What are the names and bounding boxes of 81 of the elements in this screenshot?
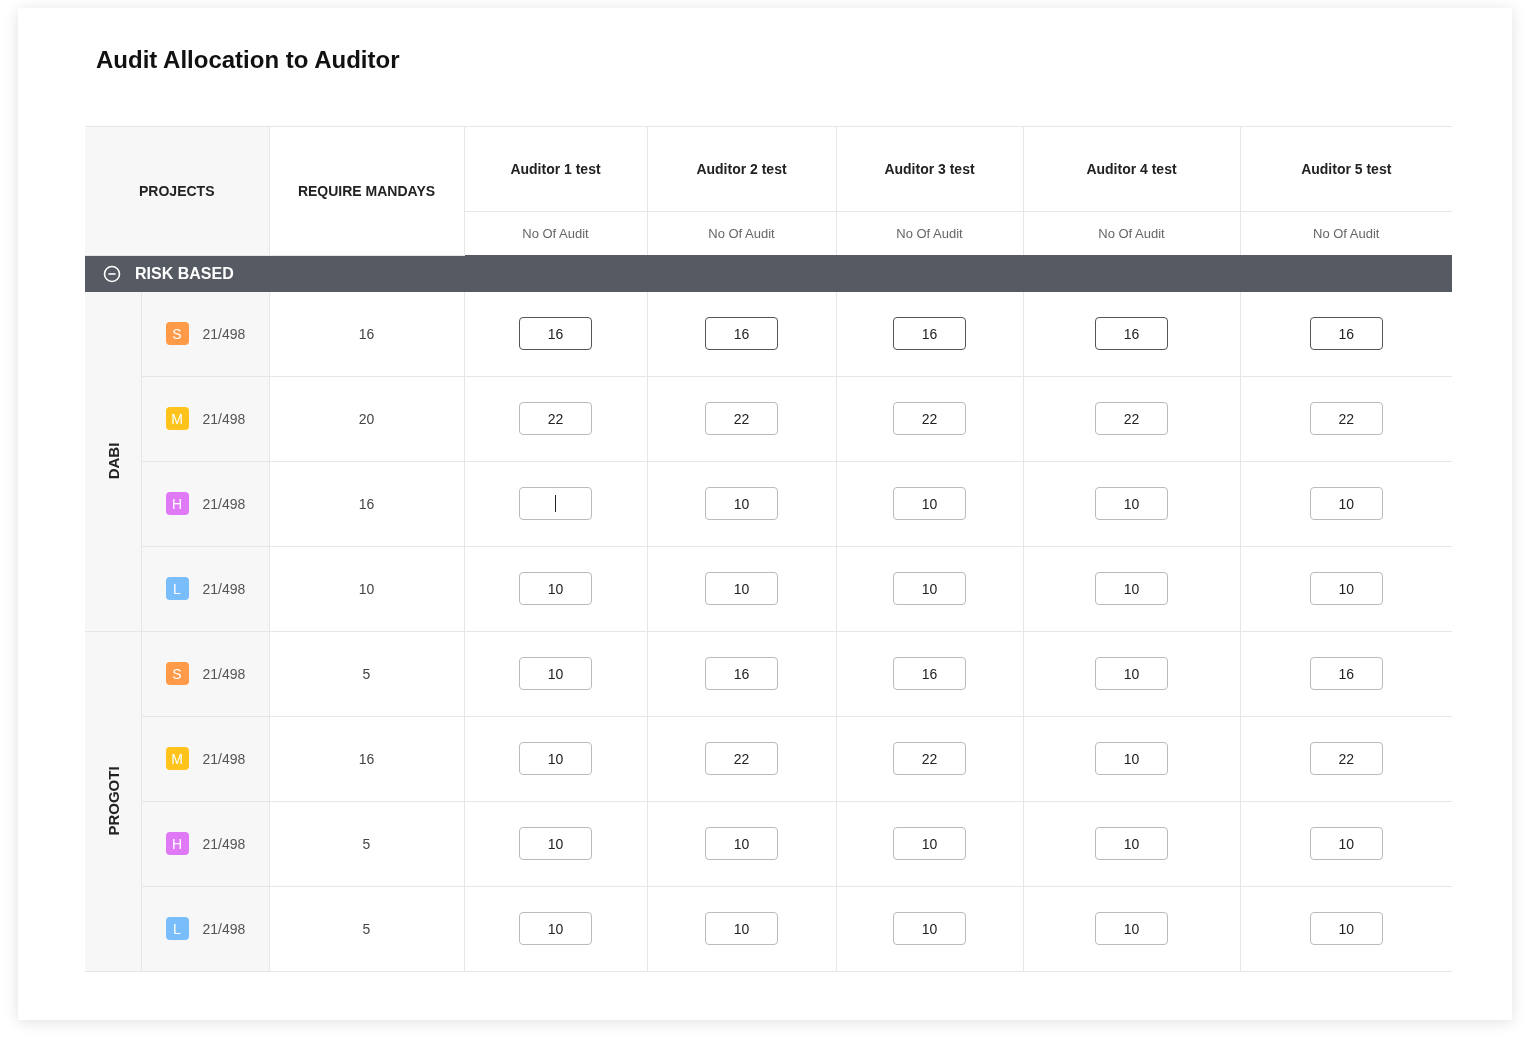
- audit-count-field[interactable]: 22: [893, 742, 966, 775]
- project-code: 21/498: [202, 835, 246, 852]
- audit-count-field[interactable]: 10: [705, 572, 778, 605]
- mandays-value: 16: [358, 325, 375, 342]
- audit-count-field[interactable]: 16: [1095, 317, 1168, 350]
- column-subheader: No Of Audit: [1313, 226, 1380, 241]
- risk-badge: L: [165, 577, 189, 600]
- audit-count-field[interactable]: 10: [519, 912, 592, 945]
- project-code: 21/498: [202, 325, 246, 342]
- risk-badge: M: [165, 407, 189, 430]
- audit-count-field[interactable]: 10: [1095, 827, 1168, 860]
- audit-count-field[interactable]: 10: [1095, 912, 1168, 945]
- audit-count-field[interactable]: 22: [893, 402, 966, 435]
- risk-badge: H: [165, 492, 189, 515]
- page-title: Audit Allocation to Auditor: [96, 45, 401, 75]
- mandays-value: 5: [362, 920, 371, 937]
- audit-count-field[interactable]: 22: [705, 742, 778, 775]
- project-code: 21/498: [202, 410, 246, 427]
- risk-badge: L: [165, 917, 189, 940]
- audit-count-field[interactable]: 16: [1309, 317, 1383, 350]
- mandays-value: 10: [358, 580, 375, 597]
- audit-count-field[interactable]: 16: [705, 657, 778, 690]
- risk-badge: H: [165, 832, 189, 855]
- audit-count-field[interactable]: 10: [705, 912, 778, 945]
- column-subheader: No Of Audit: [896, 226, 963, 241]
- group-label: PROGOTI: [104, 766, 122, 836]
- project-code: 21/498: [202, 750, 246, 767]
- audit-count-field[interactable]: 16: [893, 657, 966, 690]
- risk-badge: M: [165, 747, 189, 770]
- mandays-value: 20: [358, 410, 375, 427]
- audit-count-field[interactable]: 10: [893, 572, 966, 605]
- column-header: Auditor 5 test: [1301, 161, 1392, 177]
- audit-count-field[interactable]: 10: [1095, 742, 1168, 775]
- column-subheader: No Of Audit: [708, 226, 775, 241]
- audit-count-field[interactable]: 10: [1095, 657, 1168, 690]
- column-subheader: No Of Audit: [1098, 226, 1165, 241]
- audit-count-field[interactable]: 10: [519, 742, 592, 775]
- column-header: Auditor 1 test: [510, 161, 601, 177]
- audit-count-field[interactable]: 16: [1309, 657, 1383, 690]
- audit-count-field[interactable]: [519, 487, 592, 520]
- project-code: 21/498: [202, 920, 246, 937]
- audit-count-field[interactable]: 10: [893, 912, 966, 945]
- audit-count-field[interactable]: 10: [1309, 827, 1383, 860]
- audit-count-field[interactable]: 10: [519, 827, 592, 860]
- audit-count-field[interactable]: 22: [1095, 402, 1168, 435]
- audit-count-field[interactable]: 10: [705, 487, 778, 520]
- mandays-value: 16: [358, 495, 375, 512]
- audit-count-field[interactable]: 10: [893, 487, 966, 520]
- column-header: PROJECTS: [139, 182, 215, 199]
- column-header: REQUIRE MANDAYS: [297, 182, 436, 199]
- audit-count-field[interactable]: 10: [1095, 572, 1168, 605]
- audit-count-field[interactable]: 10: [1309, 487, 1383, 520]
- column-header: Auditor 2 test: [696, 161, 787, 177]
- risk-badge: S: [165, 322, 189, 345]
- project-code: 21/498: [202, 495, 246, 512]
- audit-count-field[interactable]: 22: [1309, 742, 1383, 775]
- audit-count-field[interactable]: 10: [519, 572, 592, 605]
- audit-count-field[interactable]: 10: [893, 827, 966, 860]
- column-header: Auditor 3 test: [884, 161, 975, 177]
- audit-count-field[interactable]: 16: [519, 317, 592, 350]
- collapse-icon[interactable]: [103, 264, 121, 283]
- audit-count-field[interactable]: 10: [1095, 487, 1168, 520]
- audit-count-field[interactable]: 10: [705, 827, 778, 860]
- audit-count-field[interactable]: 16: [705, 317, 778, 350]
- section-label: RISK BASED: [135, 264, 234, 283]
- mandays-value: 5: [362, 835, 371, 852]
- project-code: 21/498: [202, 665, 246, 682]
- mandays-value: 16: [358, 750, 375, 767]
- mandays-value: 5: [362, 665, 371, 682]
- audit-count-field[interactable]: 10: [1309, 572, 1383, 605]
- audit-count-field[interactable]: 10: [519, 657, 592, 690]
- audit-count-field[interactable]: 22: [705, 402, 778, 435]
- audit-count-field[interactable]: 22: [1309, 402, 1383, 435]
- project-code: 21/498: [202, 580, 246, 597]
- audit-count-field[interactable]: 16: [893, 317, 966, 350]
- column-header: Auditor 4 test: [1086, 161, 1177, 177]
- column-subheader: No Of Audit: [522, 226, 589, 241]
- risk-badge: S: [165, 662, 189, 685]
- audit-count-field[interactable]: 10: [1309, 912, 1383, 945]
- group-label: DABI: [104, 442, 122, 480]
- audit-count-field[interactable]: 22: [519, 402, 592, 435]
